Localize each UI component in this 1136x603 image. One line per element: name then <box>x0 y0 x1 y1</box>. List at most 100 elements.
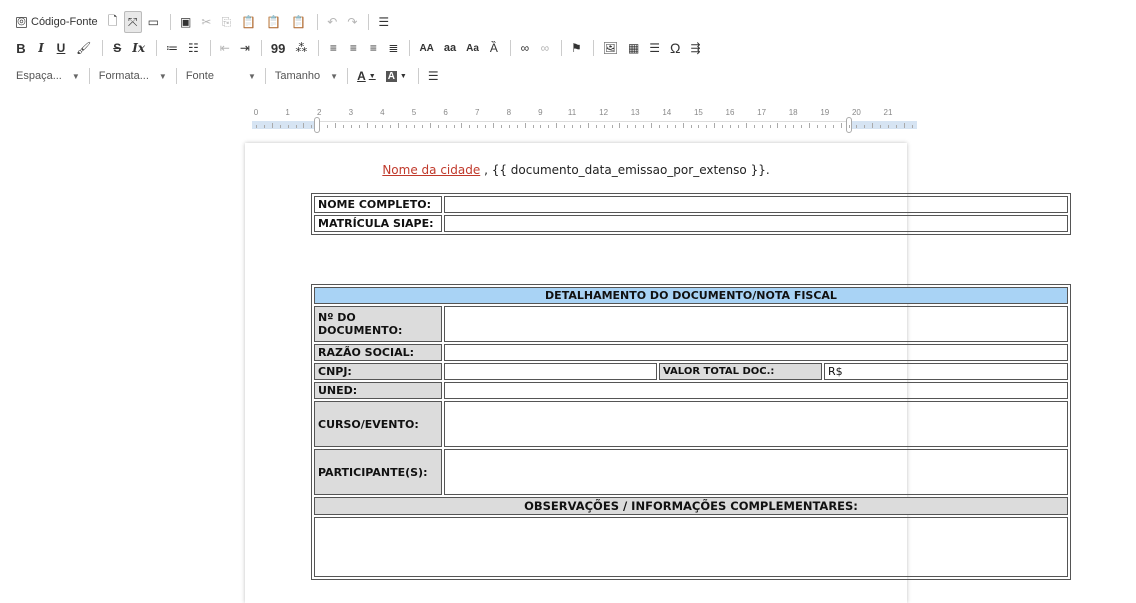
save-icon[interactable]: ▣ <box>176 11 195 33</box>
blockquote-button[interactable]: 99 <box>267 37 289 59</box>
doc-number-value-cell[interactable] <box>444 306 1068 342</box>
maximize-icon[interactable]: ⤧ <box>123 11 142 33</box>
ruler-tick <box>303 123 305 128</box>
ruler-tick <box>848 125 850 128</box>
paste-word-icon[interactable]: 📋 <box>287 11 310 33</box>
ruler-tick <box>856 125 858 128</box>
strikethrough-button[interactable]: S <box>108 37 126 59</box>
cnpj-value-cell[interactable] <box>444 363 657 380</box>
outdent-icon[interactable]: ⇤ <box>216 37 234 59</box>
special-char-button[interactable]: Ω <box>666 37 684 59</box>
capitalize-button[interactable]: Aa <box>462 37 483 59</box>
document-page[interactable]: Nome da cidade , {{ documento_data_emiss… <box>245 143 1071 603</box>
city-name-link[interactable]: Nome da cidade <box>382 163 480 177</box>
siape-value-cell[interactable] <box>444 215 1068 232</box>
paste-icon[interactable]: 📋 <box>237 11 260 33</box>
bulleted-list-icon[interactable]: ☷ <box>184 37 203 59</box>
page-break-icon[interactable]: ☰ <box>374 11 393 33</box>
ruler-tick <box>342 125 344 128</box>
ruler-tick <box>382 125 384 128</box>
image-icon[interactable]: 🖼 <box>599 37 622 59</box>
ruler-tick <box>619 123 621 128</box>
ruler-number: 15 <box>693 108 703 117</box>
transform-case-icon[interactable]: Ȁ <box>485 37 503 59</box>
link-icon[interactable]: ∞ <box>516 37 534 59</box>
paste-text-icon[interactable]: 📋 <box>262 11 285 33</box>
ruler-tick <box>666 125 668 128</box>
separator <box>347 68 349 84</box>
table-row: CNPJ: VALOR TOTAL DOC.: R$ <box>314 363 1068 380</box>
total-value-label: VALOR TOTAL DOC.: <box>659 363 822 380</box>
copy-icon[interactable]: ⎘ <box>217 11 235 33</box>
undo-icon[interactable]: ↶ <box>323 11 341 33</box>
uned-value-cell[interactable] <box>444 382 1068 399</box>
text-color-button[interactable]: A ▼ <box>353 65 380 87</box>
cut-icon[interactable]: ✂ <box>197 11 215 33</box>
ruler-number: 17 <box>757 108 767 117</box>
create-div-icon[interactable]: ⁂ <box>291 37 311 59</box>
separator <box>317 14 319 30</box>
anchor-flag-icon[interactable]: ⚑ <box>567 37 586 59</box>
uppercase-button[interactable]: AA <box>415 37 437 59</box>
ruler-number: 12 <box>599 108 609 117</box>
observacoes-value-cell[interactable] <box>314 517 1068 577</box>
date-line[interactable]: Nome da cidade , {{ documento_data_emiss… <box>245 163 907 177</box>
ruler-tick <box>429 123 431 128</box>
unlink-icon[interactable]: ∞ <box>536 37 554 59</box>
size-dropdown[interactable]: Tamanho ▼ <box>271 65 342 87</box>
align-right-icon[interactable]: ≡ <box>364 37 382 59</box>
ruler-tick <box>540 125 542 128</box>
ruler-tick <box>895 125 897 128</box>
ruler-tick <box>737 125 739 128</box>
table-row: Nº DO DOCUMENTO: <box>314 306 1068 342</box>
razao-social-label: RAZÃO SOCIAL: <box>314 344 442 361</box>
source-code-button[interactable]: ◎ Código-Fonte <box>12 11 102 33</box>
ruler-tick <box>279 125 281 128</box>
ruler-tick <box>864 125 866 128</box>
separator <box>156 40 158 56</box>
align-justify-icon[interactable]: ≣ <box>384 37 402 59</box>
line-height-icon[interactable]: ☰ <box>424 65 443 87</box>
horizontal-line-icon[interactable]: ☰ <box>645 37 664 59</box>
ruler[interactable]: 0 1 2 3 4 5 6 7 8 9 11 12 13 14 15 16 17 18 19 20 21 <box>252 108 922 138</box>
ruler-tick <box>548 125 550 128</box>
font-dropdown[interactable]: Fonte ▼ <box>182 65 260 87</box>
ruler-tick <box>816 125 818 128</box>
format-dropdown[interactable]: Formata... ▼ <box>95 65 171 87</box>
detail-header: DETALHAMENTO DO DOCUMENTO/NOTA FISCAL <box>314 287 1068 304</box>
ruler-number: 3 <box>348 108 354 117</box>
ruler-tick <box>745 123 747 128</box>
ruler-tick <box>477 125 479 128</box>
format-painter-icon[interactable]: 🖌 <box>72 37 95 59</box>
spacing-dropdown[interactable]: Espaça... ▼ <box>12 65 84 87</box>
total-value-cell[interactable]: R$ <box>824 363 1068 380</box>
table-row: DETALHAMENTO DO DOCUMENTO/NOTA FISCAL <box>314 287 1068 304</box>
curso-evento-value-cell[interactable] <box>444 401 1068 447</box>
ruler-tick <box>406 125 408 128</box>
ruler-number: 0 <box>253 108 259 117</box>
ruler-tick <box>469 125 471 128</box>
ruler-number: 8 <box>506 108 512 117</box>
table-icon[interactable]: ▦ <box>624 37 643 59</box>
name-value-cell[interactable] <box>444 196 1068 213</box>
razao-social-value-cell[interactable] <box>444 344 1068 361</box>
indent-icon[interactable]: ⇥ <box>236 37 254 59</box>
underline-button[interactable]: U <box>52 37 70 59</box>
ruler-tick <box>682 123 684 128</box>
separator <box>417 68 419 84</box>
ruler-tick <box>595 125 597 128</box>
align-center-icon[interactable]: ≡ <box>344 37 362 59</box>
preview-icon[interactable]: 🗋 <box>104 11 122 33</box>
page-break-icon-2[interactable]: ⇶ <box>687 37 705 59</box>
align-left-icon[interactable]: ≡ <box>324 37 342 59</box>
bold-button[interactable]: B <box>12 37 30 59</box>
remove-format-button[interactable]: Ix <box>128 37 149 59</box>
lowercase-button[interactable]: aa <box>440 37 460 59</box>
italic-button[interactable]: I <box>32 37 50 59</box>
show-blocks-icon[interactable]: ▭ <box>144 11 163 33</box>
participantes-value-cell[interactable] <box>444 449 1068 495</box>
redo-icon[interactable]: ↷ <box>343 11 361 33</box>
observacoes-header: OBSERVAÇÕES / INFORMAÇÕES COMPLEMENTARES… <box>314 497 1068 515</box>
bg-color-button[interactable]: A ▼ <box>382 65 411 87</box>
numbered-list-icon[interactable]: ≔ <box>162 37 182 59</box>
